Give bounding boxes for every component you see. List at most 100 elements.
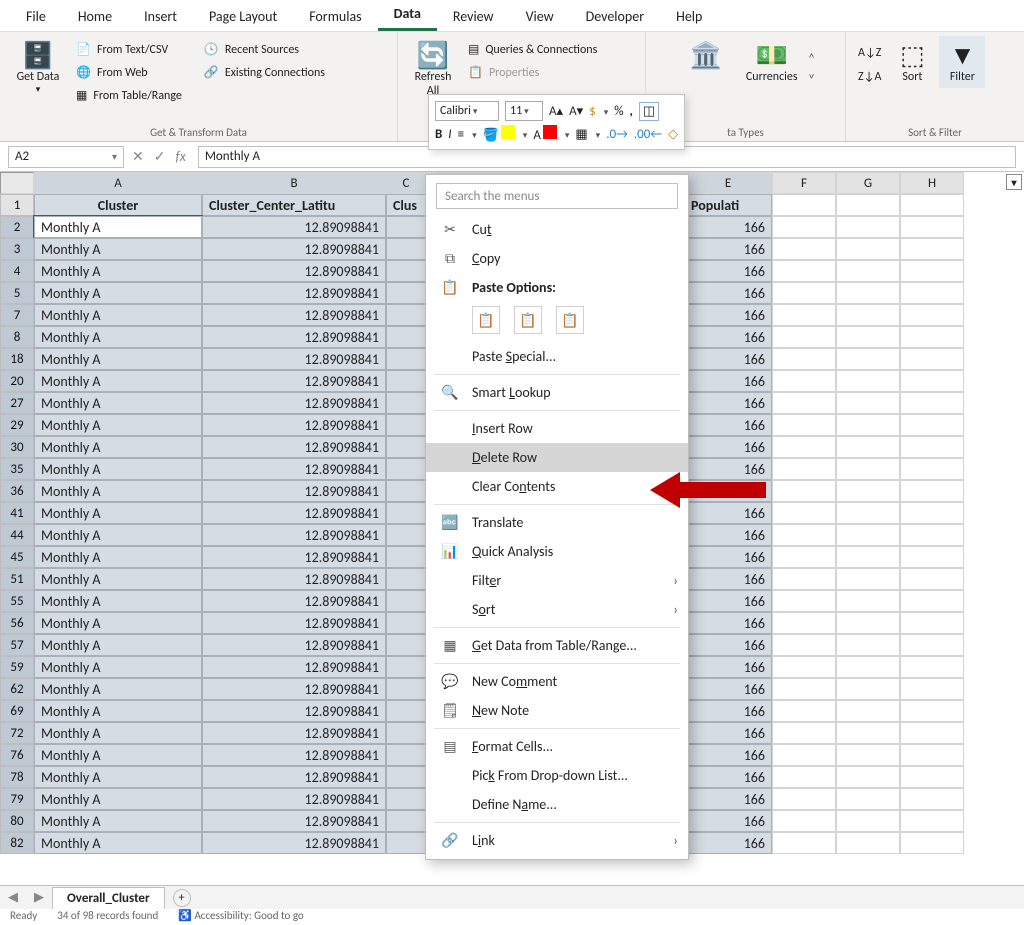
- cell[interactable]: [386, 216, 426, 238]
- row-header[interactable]: 44: [0, 524, 34, 546]
- row-header[interactable]: 8: [0, 326, 34, 348]
- percent-icon[interactable]: %: [614, 104, 623, 119]
- sort-button[interactable]: ⬚ Sort: [889, 36, 935, 88]
- row-header[interactable]: 69: [0, 700, 34, 722]
- cell[interactable]: [386, 524, 426, 546]
- row-header[interactable]: 30: [0, 436, 34, 458]
- cell[interactable]: 166: [684, 766, 772, 788]
- chevron-down-icon[interactable]: ˅: [808, 71, 816, 88]
- menu-cut[interactable]: ✂ Cut: [426, 215, 688, 244]
- cell[interactable]: Monthly A: [34, 722, 202, 744]
- col-header-f[interactable]: F: [772, 172, 836, 194]
- cell[interactable]: 166: [684, 216, 772, 238]
- mini-toolbar[interactable]: Calibri 11 A▴ A▾ $ % , ◫ B I ≡ 🪣 A ▦ .0→…: [428, 94, 685, 150]
- cell[interactable]: Monthly A: [34, 788, 202, 810]
- cell[interactable]: 166: [684, 348, 772, 370]
- row-header[interactable]: 27: [0, 392, 34, 414]
- cell[interactable]: Monthly A: [34, 810, 202, 832]
- cell[interactable]: [386, 348, 426, 370]
- cell[interactable]: 12.89098841: [202, 722, 386, 744]
- decrease-font-icon[interactable]: A▾: [569, 104, 583, 119]
- cell[interactable]: 166: [684, 326, 772, 348]
- col-header-b[interactable]: B: [202, 172, 386, 194]
- cell[interactable]: [386, 678, 426, 700]
- cell[interactable]: 12.89098841: [202, 238, 386, 260]
- borders-icon[interactable]: ▦: [575, 127, 587, 142]
- cell[interactable]: 12.89098841: [202, 260, 386, 282]
- cell[interactable]: [386, 788, 426, 810]
- cell[interactable]: 12.89098841: [202, 480, 386, 502]
- cell[interactable]: 166: [684, 612, 772, 634]
- col-header-a[interactable]: A: [34, 172, 202, 194]
- cell[interactable]: 166: [684, 678, 772, 700]
- font-size-select[interactable]: 11: [505, 101, 543, 121]
- add-sheet-button[interactable]: +: [173, 889, 191, 907]
- cell[interactable]: 12.89098841: [202, 656, 386, 678]
- cell[interactable]: 166: [684, 546, 772, 568]
- cell[interactable]: Monthly A: [34, 348, 202, 370]
- increase-font-icon[interactable]: A▴: [549, 104, 563, 119]
- col-header-g[interactable]: G: [836, 172, 900, 194]
- cell[interactable]: [386, 744, 426, 766]
- menu-quick-analysis[interactable]: 📊 Quick Analysis: [426, 537, 688, 566]
- cell[interactable]: Monthly A: [34, 832, 202, 854]
- cell[interactable]: Monthly A: [34, 656, 202, 678]
- cell[interactable]: 12.89098841: [202, 568, 386, 590]
- cell[interactable]: [386, 700, 426, 722]
- cell[interactable]: 12.89098841: [202, 590, 386, 612]
- cell[interactable]: 166: [684, 832, 772, 854]
- cell[interactable]: 166: [684, 260, 772, 282]
- cell[interactable]: [386, 480, 426, 502]
- cell[interactable]: 12.89098841: [202, 700, 386, 722]
- cell[interactable]: 12.89098841: [202, 370, 386, 392]
- font-name-select[interactable]: Calibri: [435, 101, 499, 121]
- comma-icon[interactable]: ,: [630, 104, 633, 119]
- cell[interactable]: Monthly A: [34, 414, 202, 436]
- cell[interactable]: [386, 810, 426, 832]
- menu-copy[interactable]: ⧉ Copy: [426, 244, 688, 273]
- cell[interactable]: Monthly A: [34, 458, 202, 480]
- cell[interactable]: Monthly A: [34, 216, 202, 238]
- row-header[interactable]: 55: [0, 590, 34, 612]
- paste-values-button[interactable]: 📋: [514, 306, 542, 334]
- cell[interactable]: 166: [684, 414, 772, 436]
- menu-link[interactable]: 🔗 Link ›: [426, 826, 688, 855]
- menu-format-cells[interactable]: ▤ Format Cells...: [426, 732, 688, 761]
- from-table-range-button[interactable]: ▦ From Table/Range: [72, 86, 186, 105]
- column-filter-c[interactable]: Clus: [386, 194, 426, 216]
- tab-developer[interactable]: Developer: [570, 2, 660, 31]
- name-box[interactable]: A2 ▾: [8, 146, 124, 168]
- cell[interactable]: Monthly A: [34, 260, 202, 282]
- cell[interactable]: 12.89098841: [202, 502, 386, 524]
- column-filter-population[interactable]: Populati ▾: [684, 194, 772, 216]
- row-header[interactable]: 35: [0, 458, 34, 480]
- cell[interactable]: 166: [684, 370, 772, 392]
- bold-icon[interactable]: B: [435, 127, 442, 142]
- menu-delete-row[interactable]: Delete Row: [426, 443, 688, 472]
- cell[interactable]: [386, 546, 426, 568]
- menu-clear-contents[interactable]: Clear Contents: [426, 472, 688, 501]
- refresh-all-button[interactable]: 🔄 Refresh All: [406, 36, 460, 102]
- row-header[interactable]: 29: [0, 414, 34, 436]
- cell[interactable]: 166: [684, 436, 772, 458]
- cell[interactable]: 12.89098841: [202, 436, 386, 458]
- cell[interactable]: 166: [684, 238, 772, 260]
- cell[interactable]: 12.89098841: [202, 458, 386, 480]
- format-painter-icon[interactable]: ◫: [639, 102, 659, 121]
- cell[interactable]: 12.89098841: [202, 678, 386, 700]
- menu-search-input[interactable]: Search the menus: [436, 183, 678, 209]
- row-header[interactable]: 18: [0, 348, 34, 370]
- chevron-up-icon[interactable]: ˄: [808, 50, 816, 67]
- italic-icon[interactable]: I: [448, 127, 451, 142]
- fill-color-icon[interactable]: 🪣: [483, 125, 515, 143]
- sheet-nav-next[interactable]: ▶: [26, 890, 52, 905]
- cell[interactable]: Monthly A: [34, 568, 202, 590]
- cell[interactable]: 166: [684, 810, 772, 832]
- cell[interactable]: Monthly A: [34, 436, 202, 458]
- cell[interactable]: Monthly A: [34, 392, 202, 414]
- cell[interactable]: 166: [684, 282, 772, 304]
- cell[interactable]: [386, 502, 426, 524]
- cell[interactable]: [386, 304, 426, 326]
- menu-pick-from-list[interactable]: Pick From Drop-down List...: [426, 761, 688, 790]
- row-header[interactable]: 5: [0, 282, 34, 304]
